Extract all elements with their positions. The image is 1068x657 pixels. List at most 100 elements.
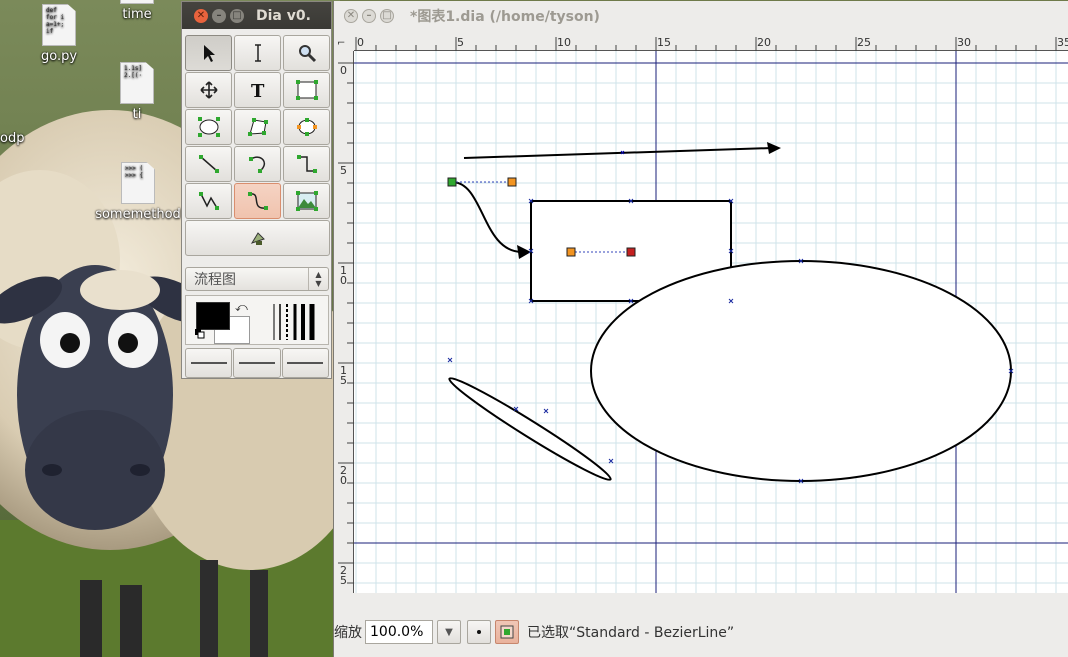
ruler-tick-label: 0 xyxy=(340,274,347,287)
up-down-chevron-icon: ▲ ▼ xyxy=(308,268,328,290)
ruler-tick-label: 20 xyxy=(757,36,771,49)
image-icon xyxy=(295,191,318,211)
close-icon[interactable]: ✕ xyxy=(344,9,358,23)
zigzag-line-icon xyxy=(296,155,317,173)
arc-tool-button[interactable] xyxy=(234,146,281,182)
beziergon-tool-button[interactable] xyxy=(283,109,330,145)
line-tool-button[interactable] xyxy=(185,146,232,182)
box-icon xyxy=(295,80,318,100)
modify-tool-button[interactable] xyxy=(185,35,232,71)
bezier-line-icon xyxy=(247,192,268,210)
ruler-corner: ⌐ xyxy=(337,38,345,49)
ellipse-icon xyxy=(197,117,220,137)
foreground-color-swatch[interactable] xyxy=(196,302,230,330)
ruler-tick-label: 0 xyxy=(357,36,364,49)
ruler-tick-label: 30 xyxy=(957,36,971,49)
vertical-ruler[interactable]: 0510152025 xyxy=(334,51,354,593)
arrow-style-row xyxy=(185,348,329,378)
ellipse-shape[interactable] xyxy=(590,260,1012,482)
dia-toolbox-window: ✕ – □ Dia v0. T 流程图 ▲ ▼ ⤺ xyxy=(181,1,332,379)
text-edit-tool-button[interactable] xyxy=(234,35,281,71)
snap-to-grid-toggle[interactable] xyxy=(467,620,491,644)
image-tool-button[interactable] xyxy=(283,183,330,219)
tool-grid: T xyxy=(185,35,330,256)
reset-colors-icon[interactable] xyxy=(195,329,205,339)
toolbox-titlebar[interactable]: ✕ – □ Dia v0. xyxy=(182,2,331,29)
selection-status-text: 已选取“Standard - BezierLine” xyxy=(527,625,735,641)
maximize-icon[interactable]: □ xyxy=(380,9,394,23)
maximize-icon[interactable]: □ xyxy=(230,8,244,23)
ruler-tick-label: 15 xyxy=(657,36,671,49)
bezier-control-handle[interactable] xyxy=(566,247,576,257)
minimize-icon[interactable]: – xyxy=(362,9,376,23)
text-file-icon: 1.1s] 2.[(· xyxy=(120,62,154,104)
desktop-icon-time[interactable]: time xyxy=(112,0,162,22)
desktop-icon-label: go.py xyxy=(40,49,78,64)
beziergon-icon xyxy=(296,118,317,136)
bezier-control-handle[interactable] xyxy=(507,177,517,187)
snap-to-objects-toggle[interactable] xyxy=(495,620,519,644)
plain-line-icon xyxy=(238,362,275,364)
minimize-icon[interactable]: – xyxy=(212,8,226,23)
zoom-input[interactable] xyxy=(365,620,433,644)
polygon-icon xyxy=(247,118,268,136)
polygon-tool-button[interactable] xyxy=(234,109,281,145)
ellipse-tool-button[interactable] xyxy=(185,109,232,145)
desktop-icon-label: somemethod xyxy=(95,207,181,222)
zoom-label: 缩放 xyxy=(334,625,362,641)
text-tool-button[interactable]: T xyxy=(234,72,281,108)
bezier-end-handle[interactable] xyxy=(626,247,636,257)
polyline-icon xyxy=(198,192,219,210)
diagram-titlebar[interactable]: ✕ – □ *图表1.dia (/home/tyson) xyxy=(334,1,1068,31)
close-icon[interactable]: ✕ xyxy=(194,8,208,23)
sheet-selector-dropdown[interactable]: 流程图 ▲ ▼ xyxy=(185,267,329,291)
desktop-icon-somemethod[interactable]: >>> ( >>> { somemethod xyxy=(92,162,184,222)
swap-colors-icon[interactable]: ⤺ xyxy=(235,300,248,315)
plain-line-icon xyxy=(287,362,324,364)
desktop-icon-ti[interactable]: 1.1s] 2.[(· ti xyxy=(112,62,162,122)
start-arrow-button[interactable] xyxy=(185,348,233,378)
end-arrow-button[interactable] xyxy=(281,348,329,378)
svg-text:T: T xyxy=(251,81,265,100)
status-bar: 缩放 ▼ 已选取“Standard - BezierLine” xyxy=(334,617,1068,647)
desktop-icon-odp[interactable]: odp xyxy=(0,131,30,146)
python-file-icon: def for i a=1+; if xyxy=(42,4,76,46)
diagram-canvas-area[interactable]: 0 5 10 15 20 25 30 35 0 5 10 15 20 25 ⌐ xyxy=(334,33,1068,593)
document-title: *图表1.dia (/home/tyson) xyxy=(410,9,600,25)
desktop-icon-label: odp xyxy=(0,131,25,146)
attributes-panel: ⤺ xyxy=(185,295,329,345)
file-icon xyxy=(120,0,154,4)
polyline-tool-button[interactable] xyxy=(185,183,232,219)
magnify-tool-button[interactable] xyxy=(283,35,330,71)
python-file-icon: >>> ( >>> { xyxy=(121,162,155,204)
diagram-window: ✕ – □ *图表1.dia (/home/tyson) 0 5 10 15 20 25 3… xyxy=(333,1,1068,657)
line-style-button[interactable] xyxy=(233,348,281,378)
desktop-icon-go-py[interactable]: def for i a=1+; if go.py xyxy=(34,4,84,64)
zigzag-tool-button[interactable] xyxy=(283,146,330,182)
desktop-icon-label: time xyxy=(122,7,152,22)
bezier-start-handle[interactable] xyxy=(447,177,457,187)
snap-object-icon xyxy=(500,625,514,639)
diagram-canvas[interactable]: 0 5 10 15 20 25 30 35 0 5 10 15 20 25 ⌐ xyxy=(334,33,1068,593)
arc-icon xyxy=(248,156,265,173)
outline-tool-button[interactable] xyxy=(185,220,330,256)
zoom-dropdown-button[interactable]: ▼ xyxy=(437,620,461,644)
pointer-arrow-icon xyxy=(203,45,215,62)
bezierline-tool-button[interactable] xyxy=(234,183,281,219)
ruler-tick-label: 5 xyxy=(340,374,347,387)
ruler-tick-label: 5 xyxy=(340,574,347,587)
plain-line-icon xyxy=(190,362,227,364)
horizontal-ruler[interactable]: 0 5 10 15 20 25 30 35 xyxy=(354,33,1068,51)
ruler-tick-label: 10 xyxy=(557,36,571,49)
box-tool-button[interactable] xyxy=(283,72,330,108)
outline-icon xyxy=(250,232,265,245)
ruler-tick-label: 5 xyxy=(457,36,464,49)
sheet-selector-value: 流程图 xyxy=(194,272,236,288)
scroll-tool-button[interactable] xyxy=(185,72,232,108)
line-icon xyxy=(198,155,219,173)
toolbox-title: Dia v0. xyxy=(256,7,311,24)
line-width-icon[interactable] xyxy=(272,302,316,342)
magnifier-icon xyxy=(298,45,316,63)
i-beam-icon xyxy=(254,44,261,62)
move-cross-icon xyxy=(199,81,218,99)
